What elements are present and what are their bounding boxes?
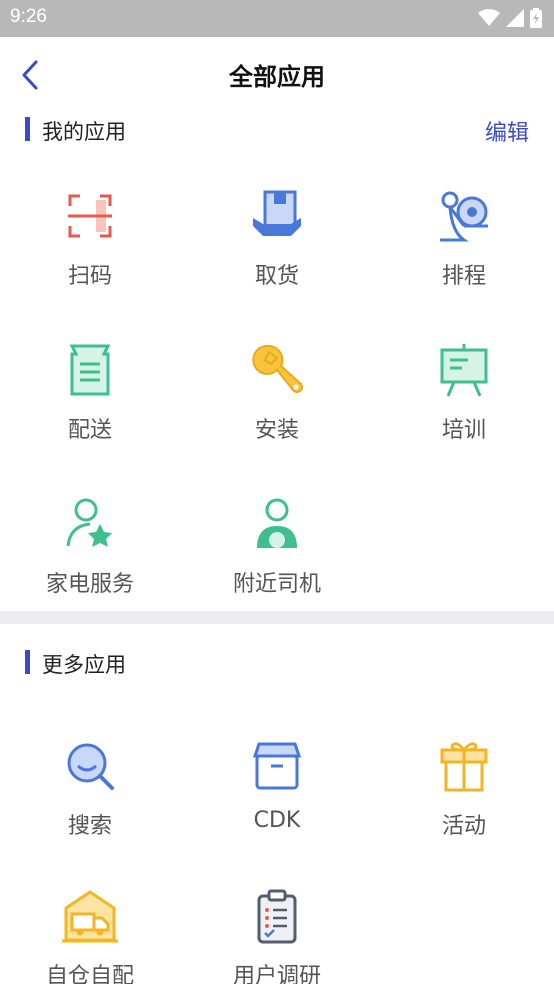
- status-icons: [478, 7, 542, 29]
- app-label: CDK: [253, 808, 301, 833]
- package-pickup-icon: [253, 190, 301, 236]
- more-apps-header: 更多应用: [0, 642, 554, 682]
- app-tile-user-survey[interactable]: 用户调研: [185, 886, 369, 984]
- section-divider: [0, 611, 554, 624]
- app-tile-scan[interactable]: 扫码: [0, 186, 182, 306]
- battery-icon: [530, 8, 542, 28]
- section-marker: [25, 650, 30, 674]
- app-label: 扫码: [67, 264, 112, 289]
- app-tile-install[interactable]: 安装: [185, 340, 369, 460]
- app-label: 家电服务: [45, 572, 134, 597]
- app-header: 全部应用: [0, 37, 554, 111]
- warehouse-truck-icon: [62, 890, 118, 943]
- app-tile-activity[interactable]: 活动: [372, 736, 554, 856]
- driver-icon: [257, 498, 297, 548]
- app-tile-delivery[interactable]: 配送: [0, 340, 182, 460]
- app-tile-pickup[interactable]: 取货: [185, 186, 369, 306]
- app-tile-nearby-drivers[interactable]: 附近司机: [185, 494, 369, 614]
- app-tile-schedule[interactable]: 排程: [372, 186, 554, 306]
- status-bar: 9:26: [0, 0, 554, 37]
- app-tile-training[interactable]: 培训: [372, 340, 554, 460]
- wifi-icon: [478, 9, 500, 26]
- app-label: 用户调研: [232, 964, 321, 984]
- app-label: 活动: [441, 814, 486, 839]
- gift-icon: [440, 742, 488, 792]
- status-time: 9:26: [10, 6, 47, 27]
- app-tile-search[interactable]: 搜索: [0, 736, 182, 856]
- app-label: 搜索: [67, 814, 112, 839]
- edit-button[interactable]: 编辑: [485, 115, 529, 147]
- section-marker: [25, 117, 30, 141]
- route-schedule-icon: [440, 191, 488, 242]
- app-tile-cdk[interactable]: CDK: [185, 736, 369, 856]
- app-label: 配送: [67, 418, 112, 443]
- clipboard-survey-icon: [257, 889, 297, 944]
- box-icon: [252, 742, 302, 790]
- app-label: 自仓自配: [45, 964, 134, 984]
- app-label: 排程: [441, 264, 486, 289]
- my-apps-title: 我的应用: [42, 120, 126, 144]
- page-title: 全部应用: [229, 63, 325, 91]
- delivery-document-icon: [69, 344, 111, 396]
- scan-icon: [68, 194, 112, 238]
- search-icon: [67, 743, 114, 790]
- app-label: 培训: [441, 418, 486, 443]
- app-tile-appliance-service[interactable]: 家电服务: [0, 494, 182, 614]
- more-apps-title: 更多应用: [42, 653, 126, 677]
- user-star-icon: [66, 498, 112, 547]
- app-label: 安装: [254, 418, 299, 443]
- app-tile-self-warehouse[interactable]: 自仓自配: [0, 886, 182, 984]
- wrench-icon: [252, 344, 303, 393]
- training-board-icon: [440, 344, 488, 397]
- signal-icon: [506, 9, 524, 27]
- app-label: 取货: [254, 264, 299, 289]
- app-label: 附近司机: [232, 572, 321, 597]
- my-apps-header: 我的应用 编辑: [0, 109, 554, 149]
